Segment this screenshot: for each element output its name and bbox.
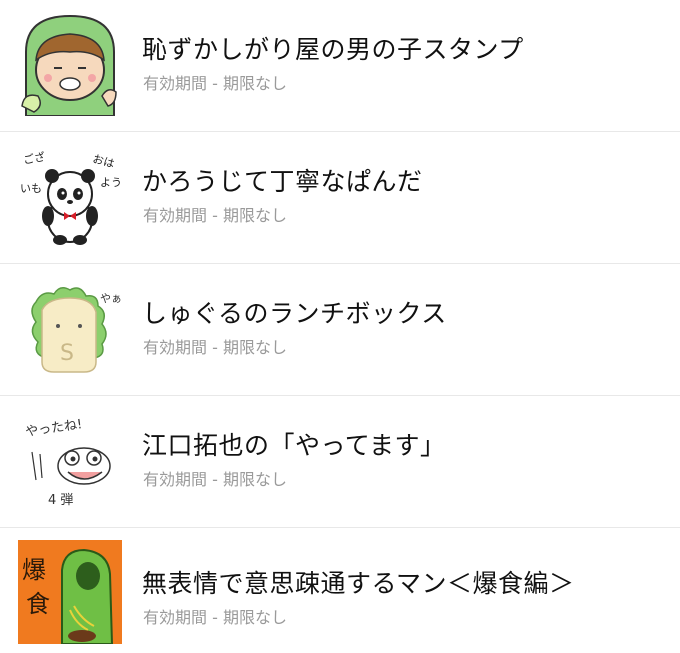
sticker-list: 恥ずかしがり屋の男の子スタンプ 有効期間 - 期限なし ござ いも おは よう … (0, 0, 680, 653)
list-item[interactable]: 恥ずかしがり屋の男の子スタンプ 有効期間 - 期限なし (0, 0, 680, 132)
list-item[interactable]: やったね! 4 弾 江口拓也の「やってます」 有効期間 - 期限なし (0, 396, 680, 528)
list-item[interactable]: S やぁ しゅぐるのランチボックス 有効期間 - 期限なし (0, 264, 680, 396)
frog-doodle-sticker-icon: やったね! 4 弾 (18, 408, 122, 512)
svg-text:食: 食 (26, 590, 50, 618)
green-hooded-man-sticker-icon: 爆 食 (18, 540, 122, 644)
list-item[interactable]: ござ いも おは よう かろうじて丁寧なぱんだ 有効期間 - 期限なし (0, 132, 680, 264)
svg-text:やったね!: やったね! (24, 417, 83, 440)
sticker-title: 江口拓也の「やってます」 (142, 431, 446, 460)
svg-text:おは: おは (91, 152, 116, 170)
sticker-title: しゅぐるのランチボックス (142, 299, 447, 328)
shy-boy-green-hood-sticker-icon (18, 12, 122, 116)
validity-label: 有効期間 - 期限なし (143, 206, 287, 225)
svg-text:S: S (60, 341, 74, 366)
sticker-title: 無表情で意思疎通するマン＜爆食編＞ (142, 569, 575, 598)
validity-label: 有効期間 - 期限なし (143, 338, 287, 357)
svg-text:爆: 爆 (22, 556, 46, 584)
svg-text:よう: よう (100, 176, 122, 189)
sandwich-mascot-sticker-icon: S やぁ (18, 276, 122, 380)
panda-bowtie-sticker-icon: ござ いも おは よう (18, 144, 122, 248)
svg-text:ござ: ござ (22, 149, 46, 167)
validity-label: 有効期間 - 期限なし (143, 74, 287, 93)
svg-text:4 弾: 4 弾 (48, 493, 73, 508)
sticker-title: 恥ずかしがり屋の男の子スタンプ (142, 35, 524, 64)
sticker-title: かろうじて丁寧なぱんだ (142, 167, 423, 196)
list-item[interactable]: 爆 食 無表情で意思疎通するマン＜爆食編＞ 有効期間 - 期限なし (0, 528, 680, 653)
validity-label: 有効期間 - 期限なし (143, 470, 287, 489)
validity-label: 有効期間 - 期限なし (143, 608, 287, 627)
svg-text:やぁ: やぁ (100, 292, 122, 305)
svg-text:いも: いも (20, 182, 42, 195)
